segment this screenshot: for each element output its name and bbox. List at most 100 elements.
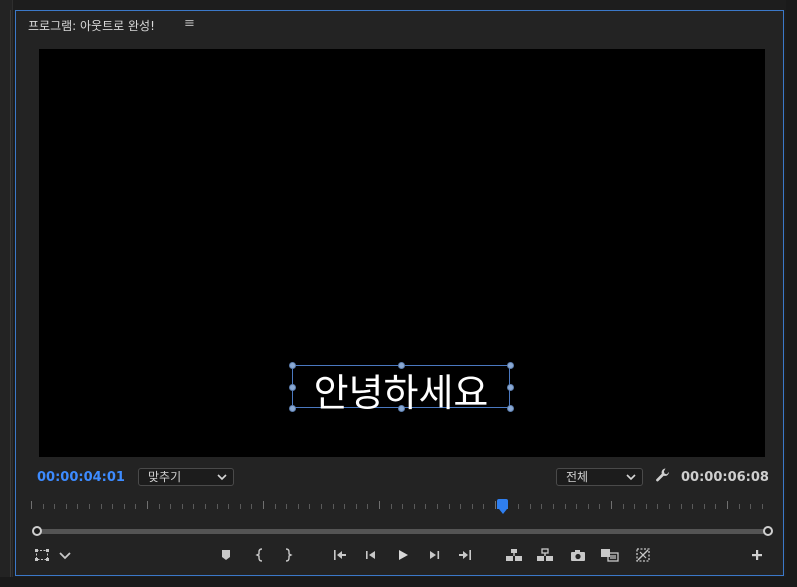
ruler-tick bbox=[425, 504, 426, 509]
ruler-tick bbox=[101, 504, 102, 509]
mark-in-icon[interactable] bbox=[253, 547, 267, 563]
resize-handle-top[interactable] bbox=[398, 362, 405, 369]
playback-resolution-dropdown[interactable]: 전체 bbox=[556, 468, 643, 486]
go-to-in-icon[interactable] bbox=[332, 547, 348, 563]
ruler-tick bbox=[565, 504, 566, 509]
ruler-tick bbox=[414, 504, 415, 509]
ruler-tick bbox=[646, 504, 647, 509]
extract-icon[interactable] bbox=[536, 547, 554, 563]
ruler-tick bbox=[89, 504, 90, 509]
scrollbar-start-handle[interactable] bbox=[32, 526, 42, 536]
ruler-tick bbox=[356, 504, 357, 509]
resize-handle-left[interactable] bbox=[289, 384, 296, 391]
program-viewer[interactable]: 안녕하세요 bbox=[39, 49, 765, 457]
playback-resolution-value: 전체 bbox=[566, 470, 589, 484]
ruler-tick bbox=[727, 501, 728, 509]
ruler-tick bbox=[193, 504, 194, 509]
ruler-tick bbox=[599, 504, 600, 509]
mark-out-icon[interactable] bbox=[281, 547, 295, 563]
ruler-tick bbox=[135, 504, 136, 509]
right-panel-edge bbox=[786, 0, 797, 587]
scrollbar-end-handle[interactable] bbox=[763, 526, 773, 536]
camera-icon[interactable] bbox=[569, 547, 587, 563]
add-marker-icon[interactable] bbox=[219, 547, 233, 563]
chevron-down-icon bbox=[217, 469, 227, 490]
ruler-tick bbox=[472, 504, 473, 509]
ruler-tick bbox=[77, 504, 78, 509]
ruler-tick bbox=[553, 504, 554, 509]
ruler-tick bbox=[217, 504, 218, 509]
resize-handle-top-left[interactable] bbox=[289, 362, 296, 369]
resize-handle-bottom-left[interactable] bbox=[289, 405, 296, 412]
resize-handle-bottom[interactable] bbox=[398, 405, 405, 412]
chevron-down-icon bbox=[626, 469, 636, 490]
ruler-tick bbox=[379, 501, 380, 509]
step-back-icon[interactable] bbox=[363, 547, 379, 563]
resize-handle-bottom-right[interactable] bbox=[507, 405, 514, 412]
ruler-tick bbox=[170, 504, 171, 509]
ruler-tick bbox=[692, 504, 693, 509]
safe-margins-icon[interactable] bbox=[34, 547, 50, 563]
zoom-scrollbar[interactable] bbox=[32, 525, 773, 537]
ruler-tick bbox=[391, 504, 392, 509]
bottom-panel-edge bbox=[0, 577, 797, 587]
ruler-tick bbox=[275, 504, 276, 509]
resize-handle-top-right[interactable] bbox=[507, 362, 514, 369]
ruler-tick bbox=[715, 504, 716, 509]
ruler-tick bbox=[66, 504, 67, 509]
ruler-tick bbox=[483, 504, 484, 509]
ruler-tick bbox=[321, 504, 322, 509]
ruler-tick bbox=[205, 504, 206, 509]
ruler-tick bbox=[147, 501, 148, 509]
play-icon[interactable] bbox=[395, 547, 411, 563]
ruler-tick bbox=[182, 504, 183, 509]
ruler-tick bbox=[437, 504, 438, 509]
resize-handle-right[interactable] bbox=[507, 384, 514, 391]
ruler-tick bbox=[518, 504, 519, 509]
ruler-tick bbox=[704, 504, 705, 509]
ruler-tick bbox=[657, 504, 658, 509]
ruler-tick bbox=[530, 504, 531, 509]
ruler-tick bbox=[124, 504, 125, 509]
multicam-icon[interactable] bbox=[635, 547, 651, 563]
ruler-tick bbox=[367, 504, 368, 509]
ruler-tick bbox=[762, 504, 763, 509]
ruler-tick bbox=[309, 504, 310, 509]
zoom-level-value: 맞추기 bbox=[148, 470, 182, 484]
ruler-tick bbox=[681, 504, 682, 509]
scrollbar-track[interactable] bbox=[38, 529, 766, 534]
ruler-tick bbox=[750, 504, 751, 509]
ruler-tick bbox=[31, 501, 32, 509]
ruler-tick bbox=[344, 504, 345, 509]
time-ruler[interactable] bbox=[31, 499, 770, 514]
ruler-tick bbox=[298, 504, 299, 509]
hamburger-menu-icon[interactable]: ≡ bbox=[184, 16, 195, 31]
program-monitor-panel: 프로그램: 아웃트로 완성! ≡ 안녕하세요 00:00:04:01 맞추기 전… bbox=[15, 10, 784, 576]
ruler-tick bbox=[669, 504, 670, 509]
duration-timecode: 00:00:06:08 bbox=[681, 470, 769, 485]
left-panel-edge bbox=[0, 0, 13, 587]
ruler-tick bbox=[449, 504, 450, 509]
step-forward-icon[interactable] bbox=[426, 547, 442, 563]
comparison-view-icon[interactable] bbox=[600, 547, 620, 563]
ruler-tick bbox=[495, 501, 496, 509]
ruler-tick bbox=[333, 504, 334, 509]
panel-title[interactable]: 프로그램: 아웃트로 완성! bbox=[28, 17, 155, 34]
current-timecode[interactable]: 00:00:04:01 bbox=[37, 470, 125, 485]
ruler-tick bbox=[576, 504, 577, 509]
ruler-tick bbox=[112, 504, 113, 509]
wrench-icon[interactable] bbox=[655, 467, 671, 487]
ruler-tick bbox=[286, 504, 287, 509]
chevron-down-icon[interactable] bbox=[58, 547, 72, 563]
plus-icon[interactable] bbox=[749, 547, 765, 563]
panel-header: 프로그램: 아웃트로 완성! ≡ bbox=[16, 11, 783, 37]
zoom-level-dropdown[interactable]: 맞추기 bbox=[138, 468, 234, 486]
caption-bounding-box[interactable]: 안녕하세요 bbox=[289, 362, 514, 415]
go-to-out-icon[interactable] bbox=[457, 547, 473, 563]
ruler-tick bbox=[251, 504, 252, 509]
playhead-marker[interactable] bbox=[497, 499, 508, 514]
ruler-tick bbox=[54, 504, 55, 509]
lift-icon[interactable] bbox=[505, 547, 523, 563]
ruler-tick bbox=[634, 504, 635, 509]
ruler-tick bbox=[228, 504, 229, 509]
